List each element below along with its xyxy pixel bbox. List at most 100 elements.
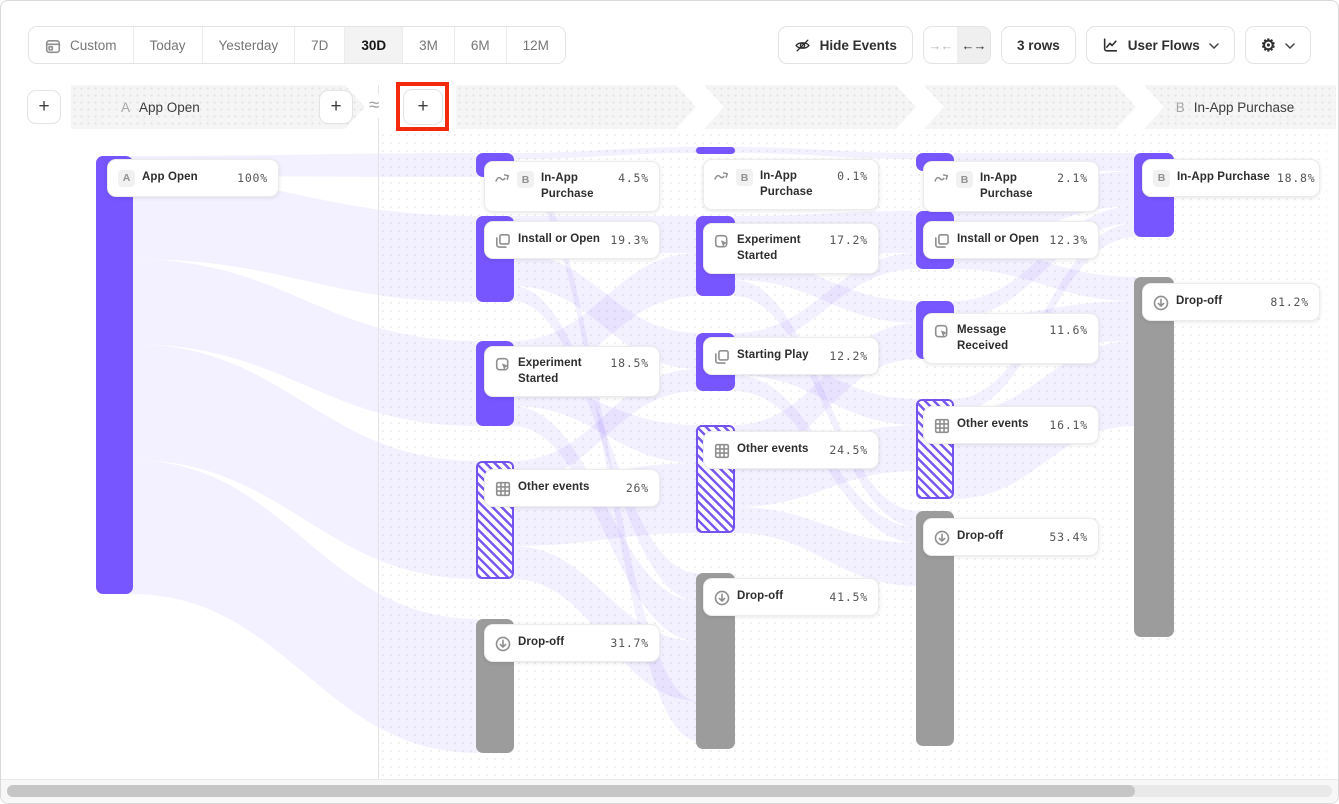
event-percent: 100% [237, 171, 268, 185]
event-card-message-received[interactable]: Message Received 11.6% [923, 313, 1099, 364]
event-percent: 11.6% [1049, 323, 1088, 337]
event-percent: 18.5% [610, 356, 649, 370]
step-header-between-1[interactable] [456, 85, 696, 129]
sankey-node-app-open [96, 156, 133, 594]
gear-icon: ⚙ [1261, 37, 1276, 54]
view-selector-button[interactable]: User Flows [1086, 26, 1235, 64]
sankey-node-drop-off [1134, 277, 1174, 637]
add-step-before-a-button[interactable]: + [27, 90, 61, 124]
trend-icon [714, 170, 729, 181]
event-card-drop-off[interactable]: Drop-off81.2% [1142, 283, 1320, 321]
date-range-3m[interactable]: 3M [403, 27, 455, 63]
event-label: Starting Play [737, 348, 822, 364]
trend-icon [495, 172, 510, 183]
date-range-30d[interactable]: 30D [345, 27, 403, 63]
scrollbar-thumb[interactable] [7, 785, 1135, 797]
collapse-icon: →← [928, 38, 952, 53]
approx-steps-indicator: ≈ [366, 94, 382, 118]
step-b-title: B In-App Purchase [1176, 100, 1295, 115]
event-card-install-or-open[interactable]: Install or Open 19.3% [484, 221, 660, 259]
event-label: In-App Purchase [1177, 170, 1270, 186]
event-label: Drop-off [957, 529, 1042, 545]
rows-label: 3 rows [1017, 38, 1060, 53]
event-card-in-app-purchase[interactable]: BIn-App Purchase0.1% [703, 159, 879, 210]
width-toggle-group: →← ←→ [923, 26, 991, 64]
date-range-7d[interactable]: 7D [295, 27, 345, 63]
event-label: In-App Purchase [541, 171, 611, 202]
date-range-12m[interactable]: 12M [507, 27, 565, 63]
letter-badge-b: B [1153, 170, 1170, 187]
date-range-label: 6M [471, 38, 490, 53]
plus-icon: + [38, 96, 49, 118]
event-card-drop-off[interactable]: Drop-off41.5% [703, 578, 879, 616]
letter-badge-b: B [956, 171, 973, 188]
letter-badge-b: B [736, 169, 753, 186]
event-label: Other events [957, 417, 1042, 433]
expand-width-button[interactable]: ←→ [957, 27, 990, 63]
copies-icon [495, 233, 511, 249]
event-label: Message Received [957, 323, 1042, 354]
event-percent: 26% [626, 481, 649, 495]
letter-badge-b: B [517, 171, 534, 188]
plus-icon: + [417, 96, 428, 118]
event-card-experiment-started[interactable]: Experiment Started 18.5% [484, 346, 660, 397]
sankey-node-in-app-purchase [696, 147, 735, 154]
event-card-starting-play[interactable]: Starting Play 12.2% [703, 337, 879, 375]
date-range-custom[interactable]: Custom [29, 27, 134, 63]
date-range-6m[interactable]: 6M [455, 27, 507, 63]
grid-icon [714, 443, 730, 459]
date-range-label: Today [150, 38, 186, 53]
calendar-icon [45, 38, 61, 54]
add-step-between-button[interactable]: + [403, 89, 443, 125]
event-percent: 16.1% [1049, 418, 1088, 432]
event-label: Other events [518, 480, 619, 496]
event-percent: 18.8% [1277, 171, 1316, 185]
trend-icon [934, 172, 949, 183]
event-label: Experiment Started [737, 233, 822, 264]
scrollbar-track[interactable] [7, 785, 1332, 797]
event-percent: 81.2% [1270, 295, 1309, 309]
settings-button[interactable]: ⚙ [1245, 26, 1311, 64]
date-range-yesterday[interactable]: Yesterday [203, 27, 296, 63]
event-label: Experiment Started [518, 356, 603, 387]
step-header-between-2[interactable] [704, 85, 916, 129]
hide-events-button[interactable]: Hide Events [778, 26, 913, 64]
rows-button[interactable]: 3 rows [1001, 26, 1076, 64]
event-card-in-app-purchase[interactable]: B In-App Purchase 18.8% [1142, 159, 1320, 197]
event-card-drop-off[interactable]: Drop-off 53.4% [923, 518, 1099, 556]
event-label: Drop-off [518, 635, 603, 651]
event-percent: 12.3% [1049, 233, 1088, 247]
event-percent: 19.3% [610, 233, 649, 247]
event-card-other-events[interactable]: Other events24.5% [703, 431, 879, 469]
date-range-label: Yesterday [219, 38, 279, 53]
event-card-other-events[interactable]: Other events 26% [484, 469, 660, 507]
step-divider-line [378, 85, 379, 780]
chevron-down-icon [1285, 43, 1295, 49]
toolbar: Custom Today Yesterday 7D 30D 3M 6M 12M Hide Ev… [28, 26, 1311, 64]
event-card-in-app-purchase[interactable]: BIn-App Purchase2.1% [923, 161, 1099, 212]
event-label: App Open [142, 170, 230, 186]
step-header-b[interactable]: B In-App Purchase [1144, 85, 1336, 129]
dropoff-icon [934, 530, 950, 546]
collapse-width-button[interactable]: →← [924, 27, 957, 63]
event-percent: 0.1% [837, 169, 868, 183]
flows-chart-icon [1102, 37, 1119, 54]
step-header-between-3[interactable] [924, 85, 1136, 129]
event-card-experiment-started[interactable]: Experiment Started17.2% [703, 223, 879, 274]
event-card-other-events[interactable]: Other events 16.1% [923, 406, 1099, 444]
event-percent: 4.5% [618, 171, 649, 185]
eye-off-icon [794, 37, 811, 54]
hide-events-label: Hide Events [820, 38, 897, 53]
event-label: Install or Open [518, 232, 603, 248]
date-range-today[interactable]: Today [134, 27, 203, 63]
event-percent: 12.2% [829, 349, 868, 363]
event-percent: 2.1% [1057, 171, 1088, 185]
add-step-after-a-button[interactable]: + [319, 90, 353, 124]
event-card-drop-off[interactable]: Drop-off31.7% [484, 624, 660, 662]
event-card-in-app-purchase[interactable]: B In-App Purchase 4.5% [484, 161, 660, 212]
event-card-install-or-open[interactable]: Install or Open12.3% [923, 221, 1099, 259]
step-a-title: A App Open [121, 100, 200, 115]
date-range-label: 30D [361, 38, 386, 53]
event-percent: 53.4% [1049, 530, 1088, 544]
event-card-app-open[interactable]: AApp Open100% [107, 159, 279, 197]
